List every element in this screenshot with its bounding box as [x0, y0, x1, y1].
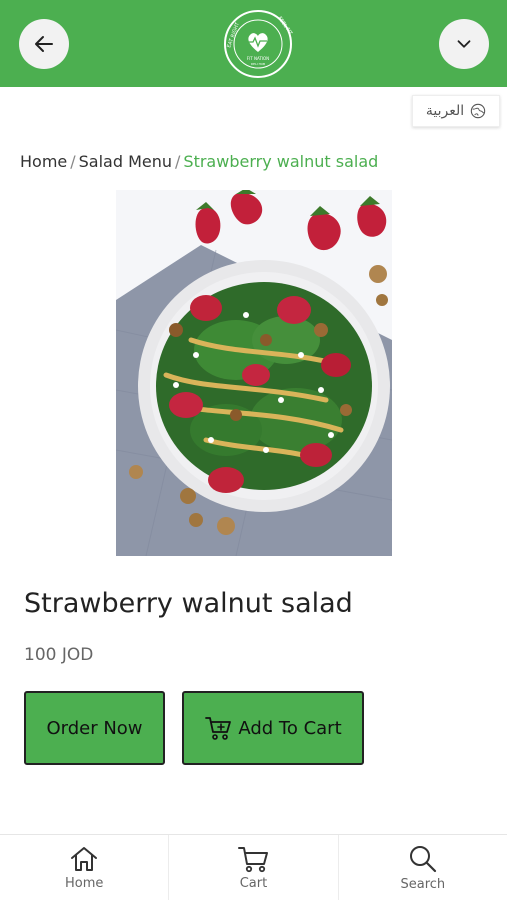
- order-now-label: Order Now: [46, 717, 143, 739]
- product-image: [116, 190, 392, 556]
- add-to-cart-button[interactable]: Add To Cart: [182, 691, 364, 765]
- svg-text:DELI HUB: DELI HUB: [251, 62, 265, 66]
- search-icon: [409, 845, 436, 872]
- chevron-down-icon: [457, 40, 471, 48]
- back-button[interactable]: [19, 19, 69, 69]
- brand-logo[interactable]: FIT NATION DELI HUB EAT RIGHT FEEL FIT: [222, 8, 294, 80]
- language-label: العربية: [425, 103, 465, 119]
- cart-icon: [238, 846, 269, 872]
- breadcrumb: Home / Salad Menu / Strawberry walnut salad: [20, 152, 378, 171]
- order-now-button[interactable]: Order Now: [24, 691, 165, 765]
- cart-plus-icon: [205, 717, 232, 740]
- svg-text:FEEL FIT: FEEL FIT: [276, 16, 293, 37]
- product-price: 100 JOD: [24, 645, 94, 665]
- nav-label-cart: Cart: [239, 875, 268, 891]
- dropdown-menu-button[interactable]: [439, 19, 489, 69]
- breadcrumb-separator: /: [175, 152, 181, 171]
- nav-label-home: Home: [64, 875, 104, 891]
- nav-label-search: Search: [400, 876, 446, 892]
- globe-icon: [470, 103, 486, 119]
- top-header: FIT NATION DELI HUB EAT RIGHT FEEL FIT: [0, 0, 507, 87]
- nav-item-home[interactable]: Home: [0, 835, 170, 900]
- nav-item-cart[interactable]: Cart: [169, 835, 339, 900]
- arrow-left-icon: [35, 36, 53, 52]
- breadcrumb-category-link[interactable]: Salad Menu: [79, 152, 172, 171]
- breadcrumb-separator: /: [70, 152, 76, 171]
- bottom-navigation: Home Cart Search: [0, 834, 507, 900]
- product-title: Strawberry walnut salad: [24, 588, 353, 619]
- breadcrumb-home-link[interactable]: Home: [20, 152, 67, 171]
- add-to-cart-label: Add To Cart: [238, 717, 342, 739]
- language-switch-button[interactable]: العربية: [412, 95, 500, 127]
- home-icon: [71, 846, 98, 871]
- svg-text:FIT NATION: FIT NATION: [247, 56, 269, 61]
- nav-item-search[interactable]: Search: [339, 835, 507, 900]
- breadcrumb-current: Strawberry walnut salad: [183, 152, 379, 171]
